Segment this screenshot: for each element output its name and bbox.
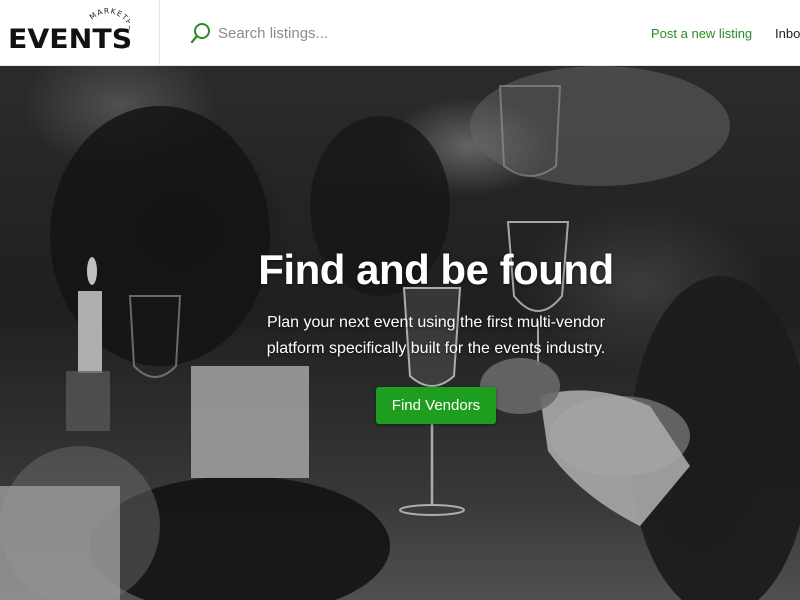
logo[interactable]: EVENTS MARKETPLACE <box>0 0 160 66</box>
svg-text:MARKETPLACE: MARKETPLACE <box>88 8 130 52</box>
search-input[interactable] <box>218 20 518 46</box>
logo-tagline: MARKETPLACE <box>88 8 130 52</box>
inbox-link[interactable]: Inbo <box>775 26 800 41</box>
top-nav-bar: EVENTS MARKETPLACE Post a new listing In… <box>0 0 800 66</box>
hero-title: Find and be found <box>258 246 614 293</box>
hero-section: Find and be found Plan your next event u… <box>0 66 800 600</box>
search-icon[interactable] <box>190 22 212 44</box>
logo-marketplace-arc: MARKETPLACE <box>88 8 130 52</box>
hero-subtitle: Plan your next event using the first mul… <box>266 314 606 357</box>
find-vendors-button[interactable]: Find Vendors <box>376 387 496 424</box>
post-listing-link[interactable]: Post a new listing <box>651 26 752 41</box>
